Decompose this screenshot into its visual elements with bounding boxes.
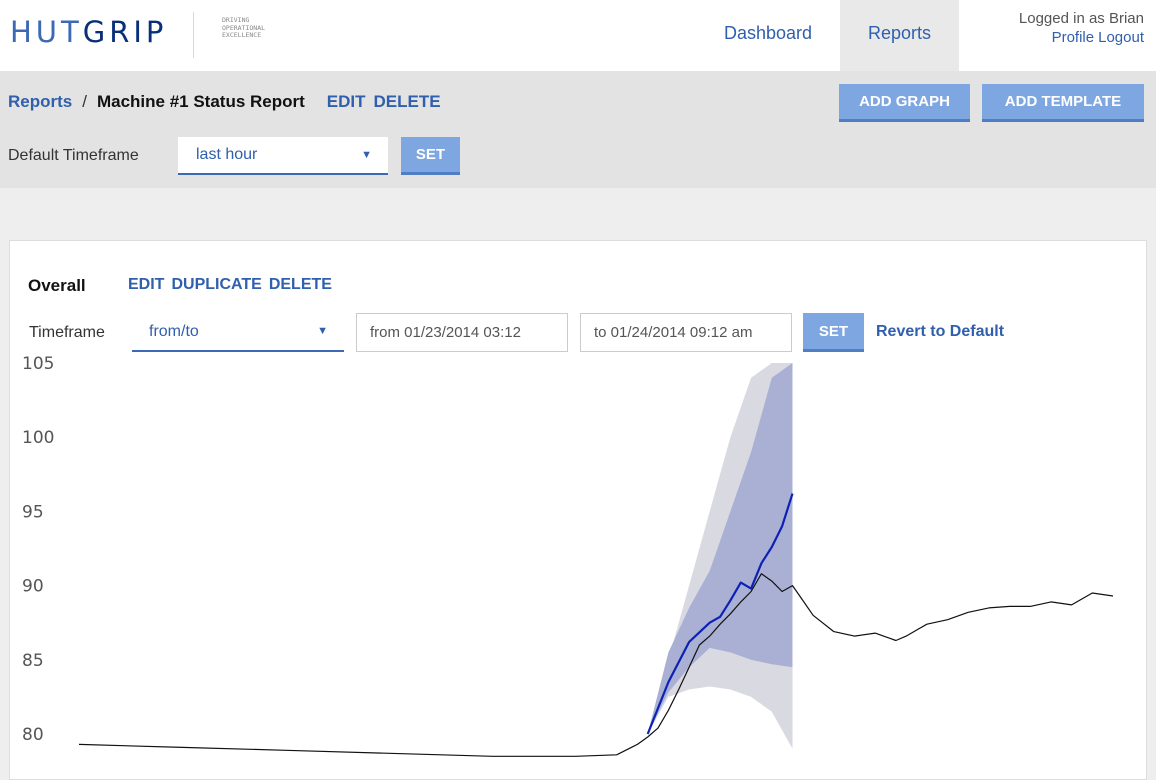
graph-title: Overall [28,276,86,295]
logo-divider [193,12,194,58]
to-date-input[interactable]: to 01/24/2014 09:12 am [580,313,792,352]
add-template-button[interactable]: ADD TEMPLATE [982,84,1144,122]
edit-report-link[interactable]: EDIT [327,92,366,111]
graph-actions: EDIT DUPLICATE DELETE [128,276,339,294]
from-date-input[interactable]: from 01/23/2014 03:12 [356,313,568,352]
default-timeframe-set-button[interactable]: SET [401,137,460,175]
nav-tab-dashboard[interactable]: Dashboard [696,0,840,71]
revert-to-default-link[interactable]: Revert to Default [876,323,1004,341]
top-navigation-bar: HUTGRIP DRIVING OPERATIONAL EXCELLENCE D… [0,0,1156,71]
nav-tab-reports[interactable]: Reports [840,0,959,71]
breadcrumb-separator: / [82,92,87,111]
timeframe-select[interactable]: from/to ▼ [132,313,344,352]
timeframe-label: Timeframe [29,324,105,341]
default-timeframe-value: last hour [196,146,258,163]
timeframe-set-button[interactable]: SET [803,313,864,352]
hutgrip-logo[interactable]: HUTGRIP [10,15,167,49]
profile-link[interactable]: Profile [1052,29,1095,46]
report-title: Machine #1 Status Report [96,92,305,111]
logo-tagline: DRIVING OPERATIONAL EXCELLENCE [222,16,266,39]
user-info: Logged in as Brian Profile Logout [1019,9,1144,47]
breadcrumb: Reports / Machine #1 Status Report EDIT DELE… [8,92,441,112]
duplicate-graph-link[interactable]: DUPLICATE [171,276,261,293]
chevron-down-icon: ▼ [317,325,328,337]
edit-graph-link[interactable]: EDIT [128,276,164,293]
add-graph-button[interactable]: ADD GRAPH [839,84,970,122]
timeframe-value: from/to [149,323,199,340]
logo-main: HUT [10,15,83,49]
delete-report-link[interactable]: DELETE [374,92,441,111]
report-toolbar: Reports / Machine #1 Status Report EDIT DELE… [0,71,1156,188]
breadcrumb-reports-link[interactable]: Reports [8,92,72,111]
graph-panel: Overall EDIT DUPLICATE DELETE Timeframe fr… [9,240,1147,780]
default-timeframe-select[interactable]: last hour ▼ [178,137,388,175]
delete-graph-link[interactable]: DELETE [269,276,332,293]
default-timeframe-label: Default Timeframe [8,147,139,164]
logout-link[interactable]: Logout [1098,29,1144,46]
logged-in-text: Logged in as Brian [1018,10,1144,27]
chevron-down-icon: ▼ [361,149,372,161]
logo-accent: GRIP [82,15,168,49]
